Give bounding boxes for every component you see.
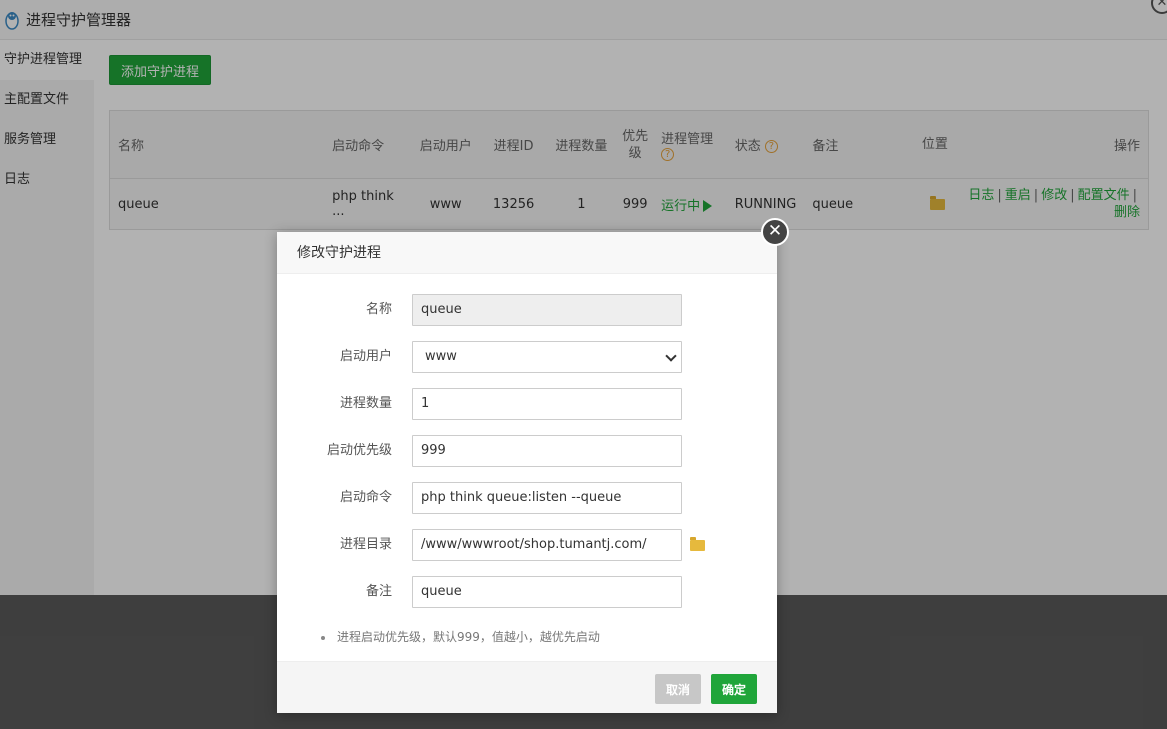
cmd-field[interactable]: php think queue:listen --queue [412, 482, 682, 514]
count-label: 进程数量 [339, 396, 392, 411]
field-row-note: 备注 queue [277, 576, 777, 608]
priority-tip-text: 进程启动优先级，默认999，值越小，越优先启动 [337, 630, 600, 644]
user-select[interactable]: www [412, 341, 682, 373]
note-field[interactable]: queue [412, 576, 682, 608]
field-row-priority: 启动优先级 999 [277, 435, 777, 467]
bullet-icon [321, 635, 325, 640]
field-row-user: 启动用户 www [277, 341, 777, 373]
user-select-value: www [425, 349, 457, 364]
name-label: 名称 [365, 302, 392, 317]
count-field[interactable]: 1 [412, 388, 682, 420]
field-row-cmd: 启动命令 php think queue:listen --queue [277, 482, 777, 514]
dialog-title: 修改守护进程 [277, 232, 777, 274]
cmd-label: 启动命令 [339, 490, 392, 505]
dialog-close-icon[interactable]: ✕ [761, 218, 789, 246]
priority-tip: 进程启动优先级，默认999，值越小，越优先启动 [321, 628, 600, 645]
dir-label: 进程目录 [339, 537, 392, 552]
cancel-button[interactable]: 取消 [655, 674, 702, 704]
edit-process-dialog: 修改守护进程 ✕ 名称 queue 启动用户 www 进程数量 1 启动优先级 … [277, 218, 789, 713]
folder-open-icon[interactable] [690, 537, 705, 551]
confirm-button[interactable]: 确定 [711, 674, 758, 704]
priority-field[interactable]: 999 [412, 435, 682, 467]
dialog-footer: 取消 确定 [277, 661, 777, 713]
dir-field[interactable]: /www/wwwroot/shop.tumantj.com/ [412, 529, 682, 561]
user-label: 启动用户 [339, 349, 392, 364]
field-row-name: 名称 queue [277, 294, 777, 326]
field-row-dir: 进程目录 /www/wwwroot/shop.tumantj.com/ [277, 529, 777, 561]
name-field: queue [412, 294, 682, 326]
priority-label: 启动优先级 [326, 443, 392, 458]
note-label: 备注 [365, 584, 392, 599]
field-row-count: 进程数量 1 [277, 388, 777, 420]
